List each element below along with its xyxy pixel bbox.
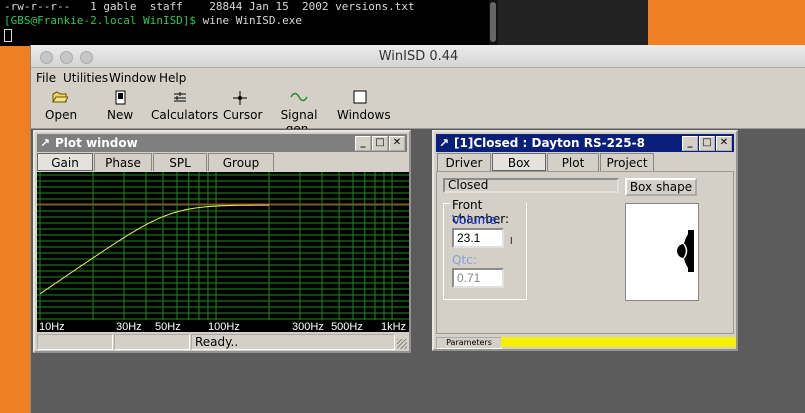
cursor-label: Cursor [223, 108, 263, 122]
calculators-button[interactable]: Calculators [151, 90, 218, 122]
folder-icon [52, 91, 68, 103]
windows-button[interactable]: Windows [337, 90, 391, 122]
qtc-label: Qtc: [452, 253, 477, 267]
menu-utilities[interactable]: Utilities [63, 71, 108, 85]
gain-curve [39, 204, 269, 295]
terminal-cursor [4, 28, 12, 42]
maximize-icon[interactable]: □ [372, 136, 388, 151]
tab-project[interactable]: Project [600, 153, 654, 171]
volume-label: Volume: [452, 213, 501, 227]
box-shape-preview [625, 203, 699, 301]
x-tick-label: 500Hz [331, 321, 363, 332]
title-bar: WinISD 0.44 [31, 45, 805, 68]
minimize-icon[interactable]: _ [682, 136, 698, 151]
menu-file[interactable]: File [36, 71, 56, 85]
calculator-icon [174, 92, 186, 102]
toolbar: Open New Calculators Cursor Signal gen. … [31, 88, 805, 136]
x-tick-label: 300Hz [292, 321, 324, 332]
window-icon [353, 90, 367, 104]
terminal-scrollbar[interactable] [489, 0, 498, 46]
background-window [498, 0, 648, 46]
new-button[interactable]: New [107, 90, 133, 122]
winisd-icon[interactable]: ↗ [40, 136, 52, 150]
menu-bar: File Utilities Window Help [31, 68, 805, 88]
maximize-icon[interactable]: □ [699, 136, 715, 151]
winisd-window: WinISD 0.44 File Utilities Window Help O… [30, 45, 805, 413]
plot-window-title-bar[interactable]: ↗ Plot window _ □ ✕ [37, 134, 407, 152]
speaker-icon [677, 230, 694, 272]
tab-plot[interactable]: Plot [547, 153, 599, 171]
sine-wave-icon [290, 92, 308, 102]
terminal-output-line: -rw-r--r-- 1 gable staff 28844 Jan 15 20… [4, 0, 415, 13]
close-icon[interactable]: ✕ [389, 136, 405, 151]
tab-box[interactable]: Box [492, 153, 546, 171]
volume-unit: l [510, 237, 513, 247]
tab-group-delay[interactable]: Group delay [208, 153, 274, 188]
close-icon[interactable]: ✕ [716, 136, 732, 151]
x-tick-label: 50Hz [155, 321, 181, 332]
status-text: Ready.. [191, 334, 395, 350]
front-chamber-group: Front chamber: Volume: l Qtc: [443, 198, 527, 300]
x-tick-label: 1kHz [381, 321, 406, 332]
terminal-command: wine WinISD.exe [196, 14, 303, 27]
windows-label: Windows [337, 108, 391, 122]
parameters-tab[interactable]: Parameters [436, 337, 502, 349]
plot-window-title: Plot window [55, 136, 138, 150]
volume-input[interactable] [452, 228, 504, 248]
terminal-scroll-thumb[interactable] [490, 2, 496, 42]
gain-plot[interactable]: 10Hz 30Hz 50Hz 100Hz 300Hz 500Hz 1kHz [37, 172, 409, 332]
project-window-title: [1]Closed : Dayton RS-225-8 [454, 136, 645, 150]
minimize-icon[interactable]: _ [355, 136, 371, 151]
x-tick-label: 30Hz [116, 321, 142, 332]
box-tab-panel: Closed Box shape Front chamber: Volume: … [436, 171, 734, 334]
status-cell-1 [37, 334, 113, 350]
cursor-button[interactable]: Cursor [223, 90, 262, 122]
menu-window[interactable]: Window [109, 71, 156, 85]
tab-phase-plot[interactable]: Phase plot [94, 153, 152, 188]
tab-spl[interactable]: SPL [153, 153, 207, 171]
crosshair-icon [233, 91, 247, 105]
winisd-icon[interactable]: ↗ [439, 136, 451, 150]
open-button[interactable]: Open [45, 90, 78, 122]
box-type-field: Closed [443, 178, 619, 193]
tab-gain[interactable]: Gain [37, 153, 93, 171]
parameters-status-bar [501, 337, 736, 347]
box-shape-button[interactable]: Box shape [625, 178, 697, 196]
calculators-label: Calculators [151, 108, 219, 122]
tab-driver[interactable]: Driver [437, 153, 491, 171]
gain-chart[interactable]: 10Hz 30Hz 50Hz 100Hz 300Hz 500Hz 1kHz [37, 172, 409, 332]
menu-help[interactable]: Help [159, 71, 186, 85]
open-label: Open [45, 108, 78, 122]
project-window-title-bar[interactable]: ↗ [1]Closed : Dayton RS-225-8 _ □ ✕ [436, 134, 734, 152]
new-label: New [107, 108, 134, 122]
plot-window[interactable]: ↗ Plot window _ □ ✕ Gain Phase plot SPL … [33, 130, 411, 353]
status-cell-2 [114, 334, 190, 350]
new-document-icon [115, 90, 126, 105]
x-tick-label: 10Hz [39, 321, 65, 332]
project-window[interactable]: ↗ [1]Closed : Dayton RS-225-8 _ □ ✕ Driv… [432, 130, 738, 351]
terminal-prompt: [GBS@Frankie-2.local WinISD]$ [4, 14, 197, 27]
qtc-input [452, 268, 504, 288]
app-title: WinISD 0.44 [378, 49, 459, 64]
x-tick-label: 100Hz [208, 321, 240, 332]
resize-grip[interactable] [397, 339, 407, 349]
terminal-window[interactable]: -rw-r--r-- 1 gable staff 28844 Jan 15 20… [0, 0, 498, 46]
